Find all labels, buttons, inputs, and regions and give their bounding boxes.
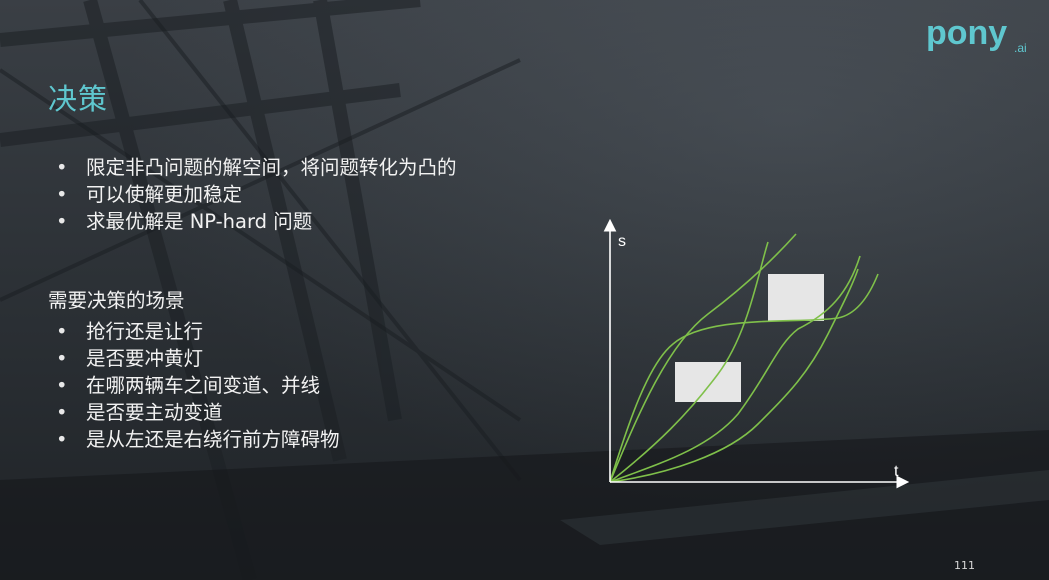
y-axis-label: s — [618, 233, 626, 250]
bullet-text: 可以使解更加稳定 — [86, 183, 243, 206]
bullet-icon: • — [56, 156, 68, 179]
list-item: • 求最优解是 NP-hard 问题 — [56, 208, 457, 235]
bullet-icon: • — [56, 374, 68, 397]
bullet-text: 限定非凸问题的解空间，将问题转化为凸的 — [86, 156, 457, 179]
slide-title: 决策 — [48, 82, 109, 116]
list-item: • 限定非凸问题的解空间，将问题转化为凸的 — [56, 154, 457, 181]
bullet-icon: • — [56, 428, 68, 451]
bullet-text: 是从左还是右绕行前方障碍物 — [86, 428, 340, 451]
page-number: 111 — [954, 559, 975, 572]
bullet-icon: • — [56, 210, 68, 233]
list-item: • 在哪两辆车之间变道、并线 — [56, 372, 340, 399]
logo-suffix: .ai — [1014, 41, 1027, 55]
trajectory-curve — [609, 273, 879, 483]
x-axis-label: t — [894, 463, 899, 480]
scenario-bullet-list: • 抢行还是让行 • 是否要冲黄灯 • 在哪两辆车之间变道、并线 • 是否要主动变道 •… — [56, 318, 340, 453]
bullet-text: 是否要主动变道 — [86, 401, 223, 424]
list-item: • 可以使解更加稳定 — [56, 181, 457, 208]
trajectory-curve — [609, 233, 797, 483]
list-item: • 是从左还是右绕行前方障碍物 — [56, 426, 340, 453]
bullet-text: 是否要冲黄灯 — [86, 347, 204, 370]
main-bullet-list: • 限定非凸问题的解空间，将问题转化为凸的 • 可以使解更加稳定 • 求最优解是 NP… — [56, 154, 457, 235]
st-diagram: s t — [603, 218, 910, 489]
pony-ai-logo: pony .ai — [926, 14, 1027, 55]
bullet-icon: • — [56, 183, 68, 206]
obstacle-block-lower — [675, 362, 741, 402]
list-item: • 是否要冲黄灯 — [56, 345, 340, 372]
bullet-icon: • — [56, 320, 68, 343]
bullet-icon: • — [56, 401, 68, 424]
logo-wordmark: pony — [926, 14, 1007, 52]
list-item: • 抢行还是让行 — [56, 318, 340, 345]
bullet-text: 抢行还是让行 — [86, 320, 204, 343]
bullet-text: 求最优解是 NP-hard 问题 — [86, 210, 313, 233]
bullet-icon: • — [56, 347, 68, 370]
bullet-text: 在哪两辆车之间变道、并线 — [86, 374, 321, 397]
obstacle-block-upper — [768, 274, 824, 321]
list-item: • 是否要主动变道 — [56, 399, 340, 426]
scenarios-heading: 需要决策的场景 — [48, 289, 185, 312]
